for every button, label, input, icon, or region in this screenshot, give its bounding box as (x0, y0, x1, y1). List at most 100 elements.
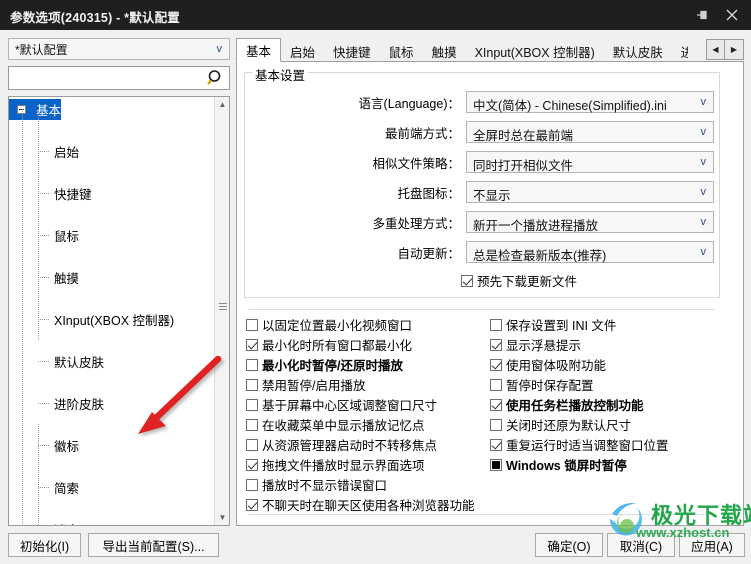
setting-select-value: 总是检查最新版本(推荐) (473, 249, 607, 263)
tree-item[interactable]: 基本 (9, 99, 215, 120)
tree-item[interactable]: 触摸 (9, 267, 215, 288)
tab-scroll-right-icon[interactable]: ▶ (725, 40, 743, 59)
settings-tree-list: 基本启始快捷键鼠标触摸 XInput(XBOX 控制器) 默认皮肤进阶皮肤徽标简索消… (9, 99, 215, 525)
profile-select-value: *默认配置 (15, 42, 68, 57)
ok-button[interactable]: 确定(O) (535, 533, 603, 557)
option-checkbox[interactable]: 重复运行时适当调整窗口位置 (490, 436, 669, 453)
checkbox-label: 最小化时所有窗口都最小化 (262, 339, 413, 353)
chevron-down-icon: v (700, 246, 707, 258)
tree-item[interactable]: 简索 (9, 477, 215, 498)
setting-select-value: 同时打开相似文件 (473, 159, 574, 173)
option-checkbox[interactable]: 基于屏幕中心区域调整窗口尺寸 (246, 396, 437, 413)
checkbox-box (246, 458, 258, 471)
tab-item[interactable]: 默认皮肤 (604, 40, 672, 62)
tree-item-label: 默认皮肤 (54, 356, 105, 370)
apply-button[interactable]: 应用(A) (679, 533, 745, 557)
cancel-button[interactable]: 取消(C) (607, 533, 675, 557)
setting-row: 自动更新： 总是检查最新版本(推荐) v (245, 241, 721, 263)
tab-item[interactable]: 快捷键 (324, 40, 380, 62)
checkbox-label: 关闭时还原为默认尺寸 (506, 419, 632, 433)
option-checkbox[interactable]: 禁用暂停/启用播放 (246, 376, 365, 393)
pin-icon[interactable] (687, 0, 717, 30)
checkbox-label: 使用任务栏播放控制功能 (506, 399, 644, 413)
option-checkbox[interactable]: 以固定位置最小化视频窗口 (246, 316, 412, 333)
basic-settings-group: 基本设置 语言(Language)： 中文(简体) - Chinese(Simpl… (244, 65, 721, 298)
tab-scroll-left-icon[interactable]: ◀ (707, 40, 725, 59)
tree-connector (38, 109, 39, 340)
tab-item[interactable]: 鼠标 (380, 40, 423, 62)
tab-item[interactable]: 触摸 (423, 40, 466, 62)
tree-item[interactable]: 鼠标 (9, 225, 215, 246)
search-icon[interactable] (207, 69, 225, 87)
checkbox-label: 禁用暂停/启用播放 (262, 379, 366, 393)
checkbox-box (490, 318, 502, 331)
tree-item[interactable]: 消息 (9, 519, 215, 525)
option-checkbox[interactable]: 暂停时保存配置 (490, 376, 594, 393)
checkbox-label: Windows 锁屏时暂停 (506, 459, 627, 473)
scroll-up-icon[interactable]: ▲ (215, 97, 229, 112)
tab-item[interactable]: XInput(XBOX 控制器) (466, 40, 604, 62)
option-checkbox[interactable]: Windows 锁屏时暂停 (490, 456, 627, 473)
option-checkbox[interactable]: 显示浮悬提示 (490, 336, 581, 353)
checkbox-box (490, 358, 502, 371)
tree-scrollbar-thumb[interactable] (216, 113, 229, 363)
tab-item[interactable]: 进 (672, 40, 688, 62)
tree-item[interactable]: 徽标 (9, 435, 215, 456)
settings-tree[interactable]: 基本启始快捷键鼠标触摸 XInput(XBOX 控制器) 默认皮肤进阶皮肤徽标简索消… (8, 96, 230, 526)
search-box[interactable] (8, 66, 230, 90)
chevron-down-icon: v (700, 126, 707, 138)
option-checkbox[interactable]: 最小化时暂停/还原时播放 (246, 356, 403, 373)
checkbox-label: 暂停时保存配置 (506, 379, 594, 393)
tab-item[interactable]: 启始 (281, 40, 324, 62)
tree-item[interactable]: 快捷键 (9, 183, 215, 204)
chevron-down-icon: v (700, 186, 707, 198)
setting-select[interactable]: 总是检查最新版本(推荐) v (466, 241, 714, 263)
prefetch-update-checkbox[interactable]: 预先下载更新文件 (461, 272, 577, 289)
option-checkbox[interactable]: 使用窗体吸附功能 (490, 356, 606, 373)
tree-item[interactable]: 进阶皮肤 (9, 393, 215, 414)
scroll-down-icon[interactable]: ▼ (215, 510, 229, 525)
setting-select[interactable]: 全屏时总在最前端 v (466, 121, 714, 143)
tab-label: 基本 (246, 44, 272, 59)
basic-settings-group-title: 基本设置 (252, 65, 309, 84)
setting-row: 多重处理方式： 新开一个播放进程播放 v (245, 211, 721, 233)
tree-item[interactable]: 启始 (9, 141, 215, 162)
profile-select[interactable]: *默认配置 v (8, 38, 230, 60)
option-checkbox[interactable]: 从资源管理器启动时不转移焦点 (246, 436, 437, 453)
checkbox-box (246, 318, 258, 331)
tab-active[interactable]: 基本 (236, 38, 282, 62)
close-icon[interactable] (717, 0, 747, 30)
options-dialog: 参数选项(240315) - *默认配置 *默认配置 v 基本 启始 快捷键 鼠… (0, 0, 751, 564)
export-config-button[interactable]: 导出当前配置(S)... (88, 533, 219, 557)
option-checkbox[interactable]: 拖拽文件播放时显示界面选项 (246, 456, 425, 473)
section-divider (249, 309, 715, 310)
setting-label: 相似文件策略： (372, 157, 460, 171)
tree-item[interactable]: 默认皮肤 (9, 351, 215, 372)
option-checkbox[interactable]: 播放时不显示错误窗口 (246, 476, 387, 493)
search-input[interactable] (13, 70, 199, 86)
setting-select[interactable]: 同时打开相似文件 v (466, 151, 714, 173)
setting-select[interactable]: 新开一个播放进程播放 v (466, 211, 714, 233)
tree-item-label: 鼠标 (54, 230, 80, 244)
option-checkbox[interactable]: 保存设置到 INI 文件 (490, 316, 616, 333)
checkbox-label: 在收藏菜单中显示播放记忆点 (262, 419, 425, 433)
tab-label: XInput(XBOX 控制器) (474, 45, 595, 60)
checkbox-box (490, 438, 502, 451)
option-checkbox[interactable]: 最小化时所有窗口都最小化 (246, 336, 412, 353)
option-checkbox[interactable]: 关闭时还原为默认尺寸 (490, 416, 631, 433)
checkbox-box (246, 498, 258, 511)
tab-scroll-buttons[interactable]: ◀ ▶ (706, 39, 744, 60)
bottom-divider (249, 514, 715, 515)
setting-select[interactable]: 不显示 v (466, 181, 714, 203)
tree-item[interactable]: XInput(XBOX 控制器) (9, 309, 215, 330)
option-checkbox[interactable]: 在收藏菜单中显示播放记忆点 (246, 416, 425, 433)
main-panel: 基本 启始 快捷键 鼠标 触摸 XInput(XBOX 控制器) 默认皮肤 进 ◀ ▶ 基本设… (236, 38, 744, 526)
setting-select-value: 新开一个播放进程播放 (473, 219, 599, 233)
init-button[interactable]: 初始化(I) (8, 533, 81, 557)
tree-item-label: 启始 (54, 146, 80, 160)
setting-select[interactable]: 中文(简体) - Chinese(Simplified).ini v (466, 91, 714, 113)
option-checkbox[interactable]: 使用任务栏播放控制功能 (490, 396, 644, 413)
checkbox-label: 不聊天时在聊天区使用各种浏览器功能 (262, 499, 475, 513)
option-checkbox[interactable]: 不聊天时在聊天区使用各种浏览器功能 (246, 496, 475, 513)
tree-scrollbar[interactable]: ▲ ▼ (214, 97, 229, 525)
